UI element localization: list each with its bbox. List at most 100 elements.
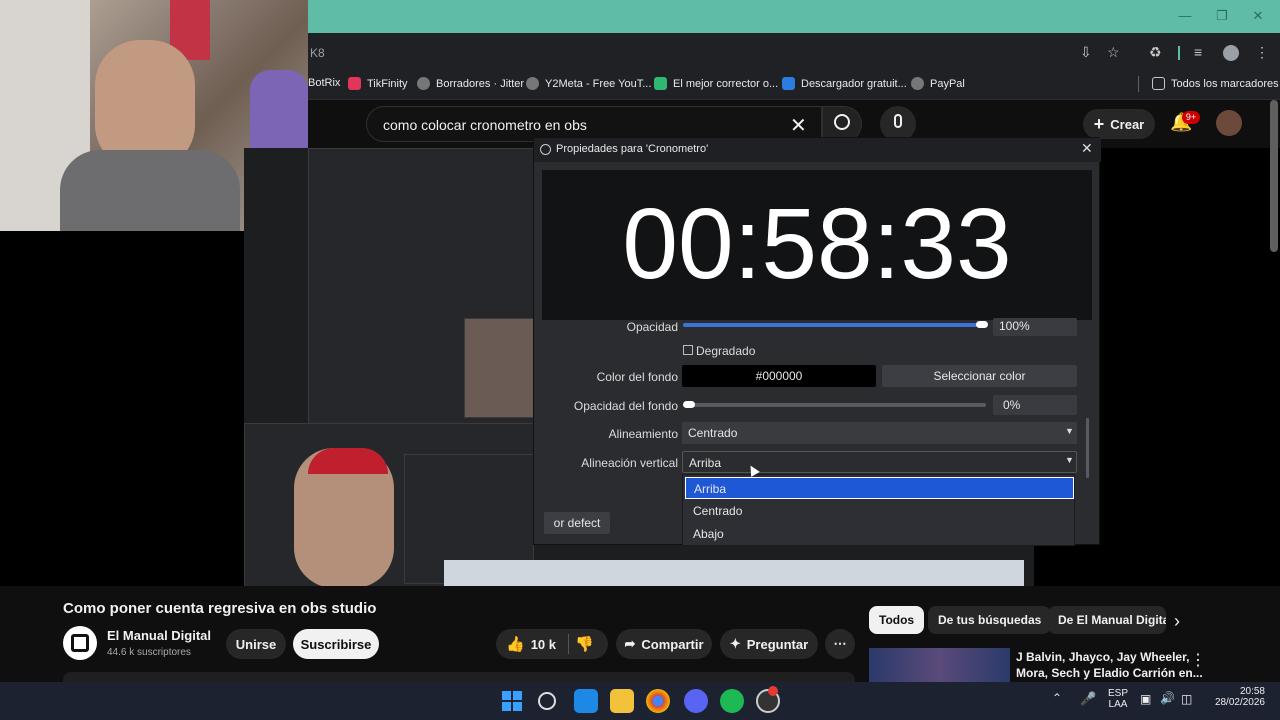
clock[interactable]: 20:58 28/02/2026 xyxy=(1210,686,1265,708)
bg-opacity-slider[interactable] xyxy=(683,403,986,407)
media-icon[interactable]: ≡ xyxy=(1194,44,1202,60)
bookmark-1[interactable]: TikFinity xyxy=(348,77,408,90)
extensions-icon[interactable]: ♻ xyxy=(1149,44,1162,61)
option-centrado[interactable]: Centrado xyxy=(685,500,1074,522)
like-dislike-group: 👍 10 k 👎 xyxy=(496,629,608,659)
option-abajo[interactable]: Abajo xyxy=(685,523,1074,545)
bg-opacity-label: Opacidad del fondo xyxy=(573,399,678,413)
description-box[interactable] xyxy=(63,672,855,682)
network-icon[interactable]: ▣ xyxy=(1140,692,1151,706)
bookmark-6[interactable]: PayPal xyxy=(911,77,965,90)
start-icon[interactable] xyxy=(500,689,524,713)
bookmark-5[interactable]: Descargador gratuit... xyxy=(782,77,907,90)
chevron-down-icon: ▼ xyxy=(1065,426,1074,436)
search-icon xyxy=(834,114,850,130)
avatar[interactable] xyxy=(1216,110,1242,136)
defaults-button[interactable]: or defect xyxy=(544,512,610,534)
dialog-title: Propiedades para 'Cronometro' xyxy=(534,138,1101,162)
folder-icon[interactable] xyxy=(610,689,634,713)
notification-dot xyxy=(768,686,778,696)
bg-opacity-slider-handle[interactable] xyxy=(683,401,695,408)
recommended-title-1[interactable]: J Balvin, Jhayco, Jay Wheeler, xyxy=(1016,650,1189,664)
share-icon: ➦ xyxy=(624,636,636,651)
language-indicator[interactable]: ESP LAA xyxy=(1108,688,1128,710)
close-window-icon[interactable]: ✕ xyxy=(1248,6,1268,26)
bookmark-3[interactable]: Y2Meta - Free YouT... xyxy=(526,77,651,90)
join-button[interactable]: Unirse xyxy=(226,629,286,659)
subscribe-button[interactable]: Suscribirse xyxy=(293,629,379,659)
bg-color-label: Color del fondo xyxy=(596,370,678,384)
tikfinity-icon xyxy=(348,77,361,90)
create-button[interactable]: + Crear xyxy=(1083,109,1155,139)
obs-icon xyxy=(540,144,551,155)
align-select[interactable]: Centrado xyxy=(682,422,1077,444)
more-icon: ⋯ xyxy=(833,636,847,651)
spotify-icon[interactable] xyxy=(720,689,744,713)
more-icon[interactable]: ⋮ xyxy=(1190,650,1206,670)
divider xyxy=(1178,46,1180,60)
opacity-label: Opacidad xyxy=(626,320,678,334)
restore-icon[interactable]: ❐ xyxy=(1212,6,1232,26)
corrector-icon xyxy=(654,77,667,90)
divider xyxy=(568,634,569,654)
all-bookmarks[interactable]: Todos los marcadores xyxy=(1152,77,1279,90)
share-button[interactable]: ➦ Compartir xyxy=(616,629,712,659)
clear-search-icon[interactable]: ✕ xyxy=(790,113,807,138)
chip-all[interactable]: Todos xyxy=(869,606,925,634)
more-actions-button[interactable]: ⋯ xyxy=(825,629,855,659)
globe-icon xyxy=(417,77,430,90)
close-icon[interactable]: ✕ xyxy=(1081,140,1093,157)
like-count[interactable]: 10 k xyxy=(531,637,556,652)
inner-taskbar xyxy=(444,560,1024,586)
mic-icon[interactable]: 🎤 xyxy=(1080,691,1096,707)
url-text[interactable]: K8 xyxy=(310,46,325,60)
star-icon[interactable]: ☆ xyxy=(1107,44,1120,61)
globe-icon xyxy=(526,77,539,90)
valign-label: Alineación vertical xyxy=(581,456,678,470)
store-icon[interactable] xyxy=(574,689,598,713)
like-icon[interactable]: 👍 xyxy=(506,635,525,653)
subscriber-count: 44.6 k suscriptores xyxy=(107,647,191,658)
gradient-checkbox[interactable] xyxy=(683,345,693,355)
ask-button[interactable]: ✦ Preguntar xyxy=(720,629,818,659)
plus-icon: + xyxy=(1093,113,1105,134)
chevron-right-icon[interactable]: › xyxy=(1174,611,1180,632)
bookmark-0[interactable]: BotRix xyxy=(308,77,340,89)
menu-icon[interactable]: ⋮ xyxy=(1255,44,1269,61)
valign-select[interactable]: Arriba xyxy=(682,451,1077,473)
chip-searches[interactable]: De tus búsquedas xyxy=(928,606,1052,634)
opacity-spinbox[interactable]: 100% xyxy=(993,318,1077,336)
chrome-icon[interactable] xyxy=(646,689,670,713)
option-arriba[interactable]: Arriba xyxy=(685,477,1074,499)
install-icon[interactable]: ⇩ xyxy=(1080,44,1092,61)
recommended-title-2[interactable]: Mora, Sech y Eladio Carrión en... xyxy=(1016,666,1203,680)
gradient-label: Degradado xyxy=(696,344,756,358)
volume-icon[interactable]: 🔊 xyxy=(1160,691,1175,705)
chevron-down-icon: ▼ xyxy=(1065,455,1074,465)
page-scrollbar[interactable] xyxy=(1270,100,1278,252)
opacity-slider-handle[interactable] xyxy=(976,321,988,328)
recommended-thumbnail[interactable] xyxy=(869,648,1010,682)
search-icon[interactable] xyxy=(538,692,556,710)
scrollbar[interactable] xyxy=(1086,418,1089,478)
bg-opacity-spinbox[interactable]: 0% xyxy=(993,395,1077,415)
bookmark-2[interactable]: Borradores · Jitter xyxy=(417,77,524,90)
downloader-icon xyxy=(782,77,795,90)
timer-preview: 00:58:33 xyxy=(542,170,1092,320)
discord-icon[interactable] xyxy=(684,689,708,713)
channel-name[interactable]: El Manual Digital xyxy=(107,628,211,643)
sparkle-icon: ✦ xyxy=(729,636,741,651)
battery-icon[interactable]: ◫ xyxy=(1181,692,1192,706)
profile-avatar[interactable] xyxy=(1223,45,1239,61)
chip-channel[interactable]: De El Manual Digita xyxy=(1048,606,1166,634)
mic-icon xyxy=(894,114,902,128)
bg-color-value: #000000 xyxy=(682,365,876,387)
opacity-slider[interactable] xyxy=(683,323,986,327)
video-title: Como poner cuenta regresiva en obs studi… xyxy=(63,600,377,617)
dislike-icon[interactable]: 👎 xyxy=(575,635,594,653)
select-color-button[interactable]: Seleccionar color xyxy=(882,365,1077,387)
bookmark-4[interactable]: El mejor corrector o... xyxy=(654,77,778,90)
globe-icon xyxy=(911,77,924,90)
chevron-up-icon[interactable]: ⌃ xyxy=(1052,691,1062,705)
minimize-icon[interactable]: — xyxy=(1175,6,1195,26)
